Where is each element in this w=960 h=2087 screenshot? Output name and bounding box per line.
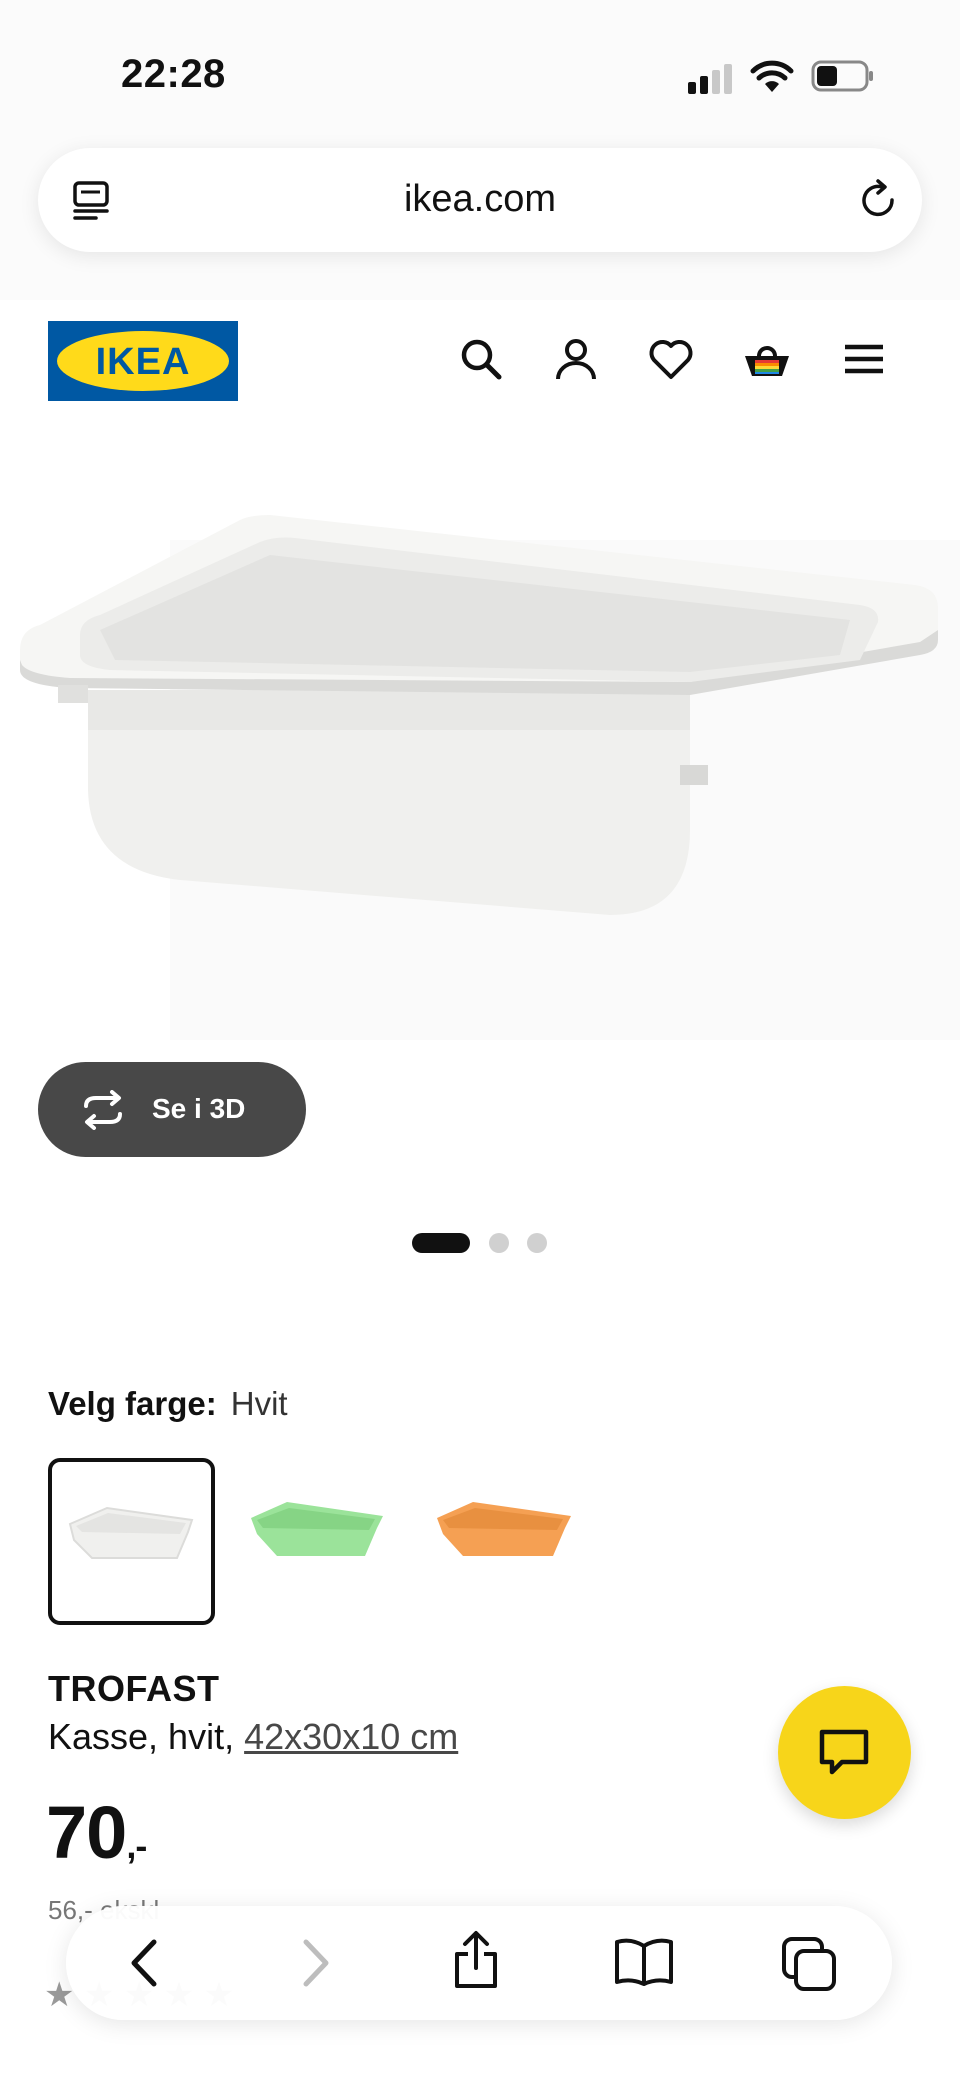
heart-icon[interactable] [648, 336, 694, 382]
color-picker-label: Velg farge: Hvit [48, 1385, 288, 1423]
cart-icon[interactable] [742, 336, 792, 382]
selected-color: Hvit [230, 1385, 288, 1422]
price-value: 70 [46, 1791, 127, 1874]
product-dimensions-link[interactable]: 42x30x10 cm [244, 1716, 458, 1757]
chat-icon [819, 1729, 869, 1775]
rotate-3d-icon [84, 1090, 122, 1130]
bookmarks-icon[interactable] [613, 1936, 675, 1988]
battery-icon [811, 60, 873, 92]
tabs-icon[interactable] [781, 1936, 837, 1992]
svg-text:IKEA: IKEA [96, 341, 191, 383]
color-swatch-green[interactable] [235, 1458, 402, 1625]
menu-icon[interactable] [842, 336, 886, 382]
search-icon[interactable] [458, 336, 504, 382]
wifi-icon [750, 60, 794, 92]
product-price: 70,- [46, 1790, 147, 1875]
view-3d-button[interactable]: Se i 3D [38, 1062, 306, 1157]
chat-button[interactable] [778, 1686, 911, 1819]
pager-dot-2[interactable] [489, 1233, 509, 1253]
ikea-logo-mark: IKEA [57, 331, 229, 391]
swatch-orange-image [437, 1502, 571, 1556]
address-bar[interactable]: ikea.com [38, 148, 922, 252]
ikea-logo[interactable]: IKEA [48, 321, 238, 401]
pager-dot-3[interactable] [527, 1233, 547, 1253]
browser-toolbar [66, 1906, 892, 2020]
status-time: 22:28 [121, 52, 226, 96]
back-icon[interactable] [124, 1936, 164, 1990]
product-description-text: Kasse, hvit, [48, 1716, 235, 1757]
product-description: Kasse, hvit, 42x30x10 cm [48, 1716, 458, 1758]
url-text[interactable]: ikea.com [38, 178, 922, 221]
swatch-white-image [68, 1506, 194, 1559]
forward-icon[interactable] [296, 1936, 336, 1990]
color-swatch-white[interactable] [48, 1458, 215, 1625]
product-image[interactable] [0, 460, 960, 1060]
cellular-signal-icon [688, 62, 734, 94]
view-3d-label: Se i 3D [152, 1093, 246, 1124]
profile-icon[interactable] [553, 336, 599, 382]
share-icon[interactable] [451, 1930, 501, 1990]
price-suffix: ,- [126, 1825, 147, 1866]
product-name: TROFAST [48, 1668, 220, 1709]
pager-dot-1[interactable] [412, 1233, 470, 1253]
color-label-text: Velg farge: [48, 1385, 217, 1422]
reload-icon[interactable] [856, 178, 900, 222]
swatch-green-image [251, 1502, 383, 1556]
color-swatch-orange[interactable] [423, 1458, 590, 1625]
